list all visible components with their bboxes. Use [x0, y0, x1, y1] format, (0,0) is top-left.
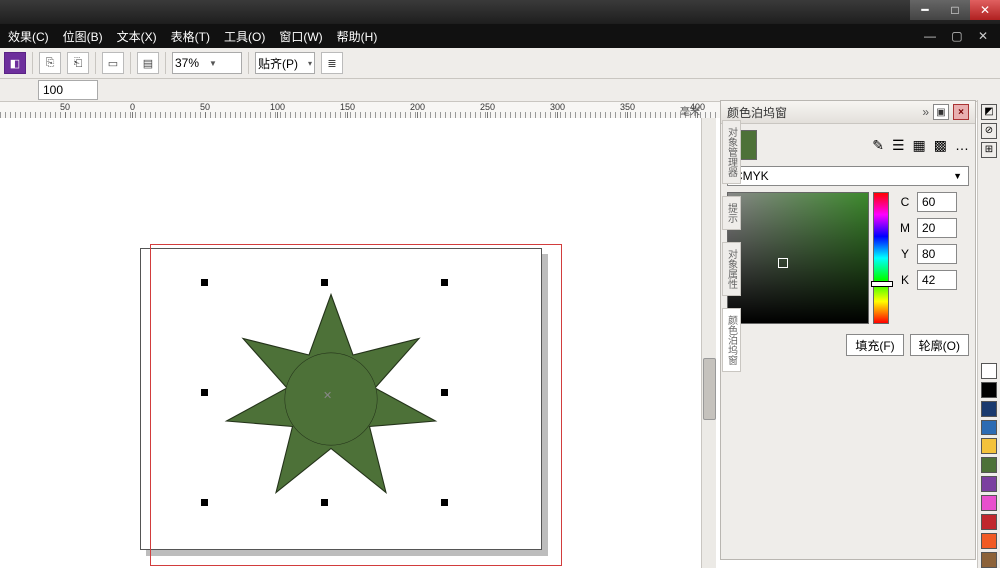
window-titlebar: ━ □ ✕ — [0, 0, 1000, 24]
main-toolbar: ◧ ⎘ ⎗ ▭ ▤ 37% ▼ 贴齐(P) ▾ ≣ — [0, 48, 1000, 79]
menu-bar: 效果(C) 位图(B) 文本(X) 表格(T) 工具(O) 窗口(W) 帮助(H… — [0, 24, 1000, 48]
fill-label: 填充(F) — [855, 337, 894, 354]
options-icon[interactable]: ≣ — [321, 52, 343, 74]
import-icon[interactable]: ⎘ — [39, 52, 61, 74]
y-label: Y — [899, 247, 911, 261]
palette-swatch[interactable] — [981, 382, 997, 398]
tab-hints[interactable]: 提示 — [722, 196, 741, 230]
saturation-value-field[interactable] — [727, 192, 869, 324]
y-value: 80 — [922, 247, 935, 261]
numeric-value: 100 — [43, 83, 63, 97]
palette-swatch[interactable] — [981, 552, 997, 568]
menu-help[interactable]: 帮助(H) — [337, 28, 378, 45]
palette-tool-icon[interactable]: ⊞ — [981, 142, 997, 158]
fullscreen-icon[interactable]: ▭ — [102, 52, 124, 74]
toolbar-separator — [130, 52, 131, 74]
unknown-tool-icon[interactable]: ◧ — [4, 52, 26, 74]
menu-table[interactable]: 表格(T) — [171, 28, 210, 45]
mdi-window-controls[interactable]: — ▢ ✕ — [924, 29, 994, 43]
tab-color-docker[interactable]: 颜色泊坞窗 — [722, 308, 741, 372]
palette-tool-icon[interactable]: ⊘ — [981, 123, 997, 139]
sliders-icon[interactable]: ☰ — [892, 137, 905, 154]
launch-icon[interactable]: ▤ — [137, 52, 159, 74]
m-value: 20 — [922, 221, 935, 235]
menu-effects[interactable]: 效果(C) — [8, 28, 49, 45]
palette-swatch[interactable] — [981, 401, 997, 417]
snap-label: 贴齐(P) — [258, 55, 298, 72]
mixer-icon[interactable]: ▩ — [934, 137, 947, 154]
menu-tools[interactable]: 工具(O) — [224, 28, 265, 45]
chevron-down-icon: ▼ — [209, 59, 217, 68]
color-palette-rail: ◩ ⊘ ⊞ — [977, 100, 1000, 568]
cmyk-inputs: C 60 M 20 Y 80 K 42 — [899, 192, 957, 324]
tab-object-properties[interactable]: 对象属性 — [722, 242, 741, 296]
m-input[interactable]: 20 — [917, 218, 957, 238]
hue-marker[interactable] — [871, 281, 893, 287]
docker-titlebar[interactable]: 颜色泊坞窗 » ▣ × — [721, 101, 975, 124]
zoom-value: 37% — [175, 56, 199, 70]
docker-title: 颜色泊坞窗 — [727, 104, 787, 121]
chevron-down-icon: ▼ — [953, 171, 962, 181]
color-docker: 颜色泊坞窗 » ▣ × ✎ ☰ ▦ ▩ … CMYK ▼ — [720, 100, 976, 560]
palette-tool-icon[interactable]: ◩ — [981, 104, 997, 120]
palette-swatch[interactable] — [981, 363, 997, 379]
palette-swatch[interactable] — [981, 476, 997, 492]
export-icon[interactable]: ⎗ — [67, 52, 89, 74]
window-close-button[interactable]: ✕ — [970, 0, 1000, 20]
scroll-thumb[interactable] — [703, 358, 716, 420]
menu-window[interactable]: 窗口(W) — [279, 28, 322, 45]
menu-bitmap[interactable]: 位图(B) — [63, 28, 103, 45]
apply-fill-button[interactable]: 填充(F) — [846, 334, 903, 356]
menu-text[interactable]: 文本(X) — [117, 28, 157, 45]
eyedropper-icon[interactable]: ✎ — [872, 137, 884, 154]
window-maximize-button[interactable]: □ — [940, 0, 970, 20]
chevron-down-icon: ▾ — [308, 59, 312, 68]
apply-outline-button[interactable]: 轮廓(O) — [910, 334, 969, 356]
tab-object-manager[interactable]: 对象管理器 — [722, 120, 741, 184]
stroke-label: 轮廓(O) — [919, 337, 960, 354]
y-input[interactable]: 80 — [917, 244, 957, 264]
palette-swatch[interactable] — [981, 457, 997, 473]
zoom-level-select[interactable]: 37% ▼ — [172, 52, 242, 74]
palette-swatch[interactable] — [981, 495, 997, 511]
vertical-scrollbar[interactable] — [701, 118, 716, 568]
toolbar-separator — [95, 52, 96, 74]
tool-rail: 对象管理器 提示 对象属性 颜色泊坞窗 — [720, 120, 742, 540]
color-model-select[interactable]: CMYK ▼ — [727, 166, 969, 186]
palette-swatch[interactable] — [981, 438, 997, 454]
docker-expand-button[interactable]: ▣ — [933, 104, 949, 120]
more-icon[interactable]: … — [955, 137, 969, 153]
toolbar-separator — [32, 52, 33, 74]
window-minimize-button[interactable]: ━ — [910, 0, 940, 20]
toolbar-separator — [165, 52, 166, 74]
snap-menu[interactable]: 贴齐(P) ▾ — [255, 52, 315, 74]
docker-collapse-icon[interactable]: » — [922, 105, 929, 119]
k-input[interactable]: 42 — [917, 270, 957, 290]
m-label: M — [899, 221, 911, 235]
docker-close-button[interactable]: × — [953, 104, 969, 120]
red-selection-bounds — [150, 244, 562, 566]
toolbar-separator — [248, 52, 249, 74]
palette-swatch[interactable] — [981, 514, 997, 530]
palette-icon[interactable]: ▦ — [913, 137, 926, 154]
palette-swatch[interactable] — [981, 533, 997, 549]
k-value: 42 — [922, 273, 935, 287]
k-label: K — [899, 273, 911, 287]
c-label: C — [899, 195, 911, 209]
sv-marker[interactable] — [778, 258, 788, 268]
numeric-field[interactable]: 100 — [38, 80, 98, 100]
c-input[interactable]: 60 — [917, 192, 957, 212]
c-value: 60 — [922, 195, 935, 209]
palette-swatch[interactable] — [981, 420, 997, 436]
property-bar: 100 — [0, 79, 1000, 102]
hue-strip[interactable] — [873, 192, 889, 324]
